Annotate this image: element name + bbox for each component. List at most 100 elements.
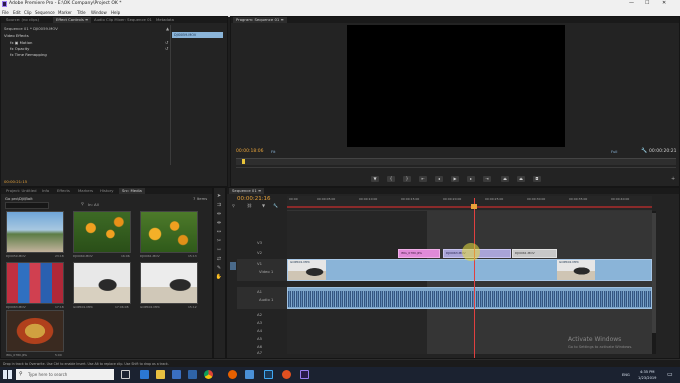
slip-tool-icon[interactable]: ⇿	[215, 247, 223, 254]
effect-opacity[interactable]: fx Opacity	[10, 46, 29, 51]
tab-audio-clip-mixer[interactable]: Audio Clip Mixer: Sequence 01	[91, 17, 155, 23]
ripple-edit-tool-icon[interactable]: ⇹	[215, 211, 223, 218]
tab-source[interactable]: Source: (no clips)	[3, 17, 42, 23]
taskbar-search-box[interactable]: ⚲ Type here to search	[16, 369, 114, 380]
tab-info[interactable]: Info	[39, 188, 52, 194]
collapse-icon[interactable]: ▲	[166, 26, 169, 31]
rolling-edit-tool-icon[interactable]: ⇼	[215, 220, 223, 227]
razor-tool-icon[interactable]: ✂	[215, 238, 223, 245]
menu-sequence[interactable]: Sequence	[35, 10, 55, 15]
tab-markers[interactable]: Markers	[75, 188, 96, 194]
snap-icon[interactable]: ⚲	[232, 203, 235, 208]
export-frame-button[interactable]: ◘	[533, 176, 541, 182]
fit-dropdown[interactable]: Fit	[271, 149, 275, 154]
mark-in-button[interactable]: {	[387, 176, 395, 182]
menu-edit[interactable]: Edit	[13, 10, 21, 15]
store-icon[interactable]	[172, 370, 181, 379]
effect-motion[interactable]: fx ▣ Motion	[10, 40, 32, 45]
file-explorer-icon[interactable]	[156, 370, 165, 379]
task-view-icon[interactable]	[121, 370, 130, 379]
mark-out-button[interactable]: }	[403, 176, 411, 182]
app-icon[interactable]	[245, 370, 254, 379]
taskbar-language[interactable]: ENG	[622, 373, 630, 377]
clip-thumbnail-7[interactable]	[6, 310, 64, 352]
selection-tool-icon[interactable]: ➤	[215, 193, 223, 200]
tab-history[interactable]: History	[97, 188, 117, 194]
timeline-vertical-scrollbar[interactable]	[652, 211, 656, 354]
add-marker-button[interactable]: ▼	[371, 176, 379, 182]
clip-bar[interactable]: DJI0059.MOV	[172, 32, 223, 38]
tab-metadata[interactable]: Metadata	[153, 17, 177, 23]
maximize-button[interactable]: ☐	[645, 0, 649, 6]
menu-clip[interactable]: Clip	[24, 10, 32, 15]
minimize-button[interactable]: —	[629, 0, 634, 6]
wrench-icon[interactable]: 🔧	[641, 148, 647, 154]
search-input[interactable]	[5, 202, 49, 209]
tab-effects[interactable]: Effects	[54, 188, 73, 194]
taskbar-date[interactable]: 1/23/2019	[638, 376, 656, 380]
clip-thumbnail-5[interactable]	[73, 262, 131, 304]
playhead-handle[interactable]	[471, 204, 477, 209]
add-button-icon[interactable]: +	[671, 176, 675, 182]
pen-tool-icon[interactable]: ✎	[215, 265, 223, 272]
reset-icon[interactable]: ↺	[165, 46, 168, 51]
tab-effect-controls[interactable]: Effect Controls ≡	[53, 17, 92, 23]
track-header-a7[interactable]: A7	[237, 349, 287, 355]
tab-sequence-01[interactable]: Sequence 01 ≡	[229, 188, 265, 194]
rate-stretch-tool-icon[interactable]: ↔	[215, 229, 223, 236]
firefox-icon[interactable]	[228, 370, 237, 379]
go-to-out-button[interactable]: ⇥	[483, 176, 491, 182]
premiere-taskbar-icon[interactable]	[300, 370, 309, 379]
close-button[interactable]: ✕	[662, 0, 666, 6]
search-scope[interactable]: In: All	[88, 202, 99, 207]
hand-tool-icon[interactable]: ✋	[215, 274, 223, 281]
scrollbar-thumb[interactable]	[652, 213, 656, 333]
lift-button[interactable]: ⏏	[501, 176, 509, 182]
menu-file[interactable]: File	[2, 10, 9, 15]
track-header-v2[interactable]: V2	[237, 248, 287, 257]
clip-thumbnail-1[interactable]	[6, 211, 64, 253]
program-scrubber[interactable]	[236, 158, 676, 165]
windows-start-icon[interactable]	[3, 370, 12, 379]
tab-program[interactable]: Program: Sequence 01 ≡	[233, 17, 287, 23]
linked-selection-icon[interactable]: ⛓	[247, 203, 252, 208]
edge-browser-icon[interactable]	[140, 370, 149, 379]
step-back-button[interactable]: ◂	[435, 176, 443, 182]
audio-clip-a1[interactable]	[287, 287, 652, 309]
notifications-icon[interactable]: ▭	[667, 371, 673, 378]
clip-thumbnail-4[interactable]	[6, 262, 64, 304]
effect-time-remapping[interactable]: fx Time Remapping	[10, 52, 47, 57]
menu-help[interactable]: Help	[111, 10, 120, 15]
menu-window[interactable]: Window	[91, 10, 107, 15]
clip-v1-blue[interactable]	[287, 259, 652, 281]
menu-marker[interactable]: Marker	[58, 10, 72, 15]
timeline-settings-icon[interactable]: 🔧	[273, 203, 278, 208]
clip-thumbnail-6[interactable]	[140, 262, 198, 304]
source-patch-v1[interactable]	[230, 262, 236, 270]
mail-icon[interactable]	[188, 370, 197, 379]
go-to-in-button[interactable]: ⇤	[419, 176, 427, 182]
tab-src-media[interactable]: Src: Media	[119, 188, 145, 194]
work-area-bar[interactable]	[287, 206, 652, 208]
extract-button[interactable]: ⏏	[517, 176, 525, 182]
reset-icon[interactable]: ↺	[165, 40, 168, 45]
clip-thumbnail-3[interactable]	[140, 211, 198, 253]
add-marker-icon[interactable]: ▼	[262, 203, 265, 208]
track-header-a1[interactable]: A1 Audio 1	[237, 287, 287, 309]
clip-pink-v2[interactable]: IMG_0780.JPG	[398, 249, 440, 258]
track-header-v1[interactable]: V1 Video 1	[237, 259, 287, 281]
media-player-icon[interactable]	[282, 370, 291, 379]
time-ruler[interactable]: 00:00 00:00:05:00 00:00:10:00 00:00:15:0…	[287, 196, 652, 211]
playhead-line[interactable]	[474, 198, 475, 358]
step-forward-button[interactable]: ▸	[467, 176, 475, 182]
quality-dropdown[interactable]: Full	[611, 149, 618, 154]
chrome-icon[interactable]	[204, 370, 213, 379]
photoshop-icon[interactable]	[264, 370, 273, 379]
track-header-v3[interactable]: V3	[237, 238, 287, 247]
menu-title[interactable]: Title	[77, 10, 86, 15]
track-select-tool-icon[interactable]: ⇉	[215, 202, 223, 209]
tab-project[interactable]: Project: Untitled	[3, 188, 40, 194]
slide-tool-icon[interactable]: ⇄	[215, 256, 223, 263]
play-button[interactable]: ▶	[451, 176, 459, 182]
taskbar-time[interactable]: 4:35 PM	[640, 370, 654, 374]
